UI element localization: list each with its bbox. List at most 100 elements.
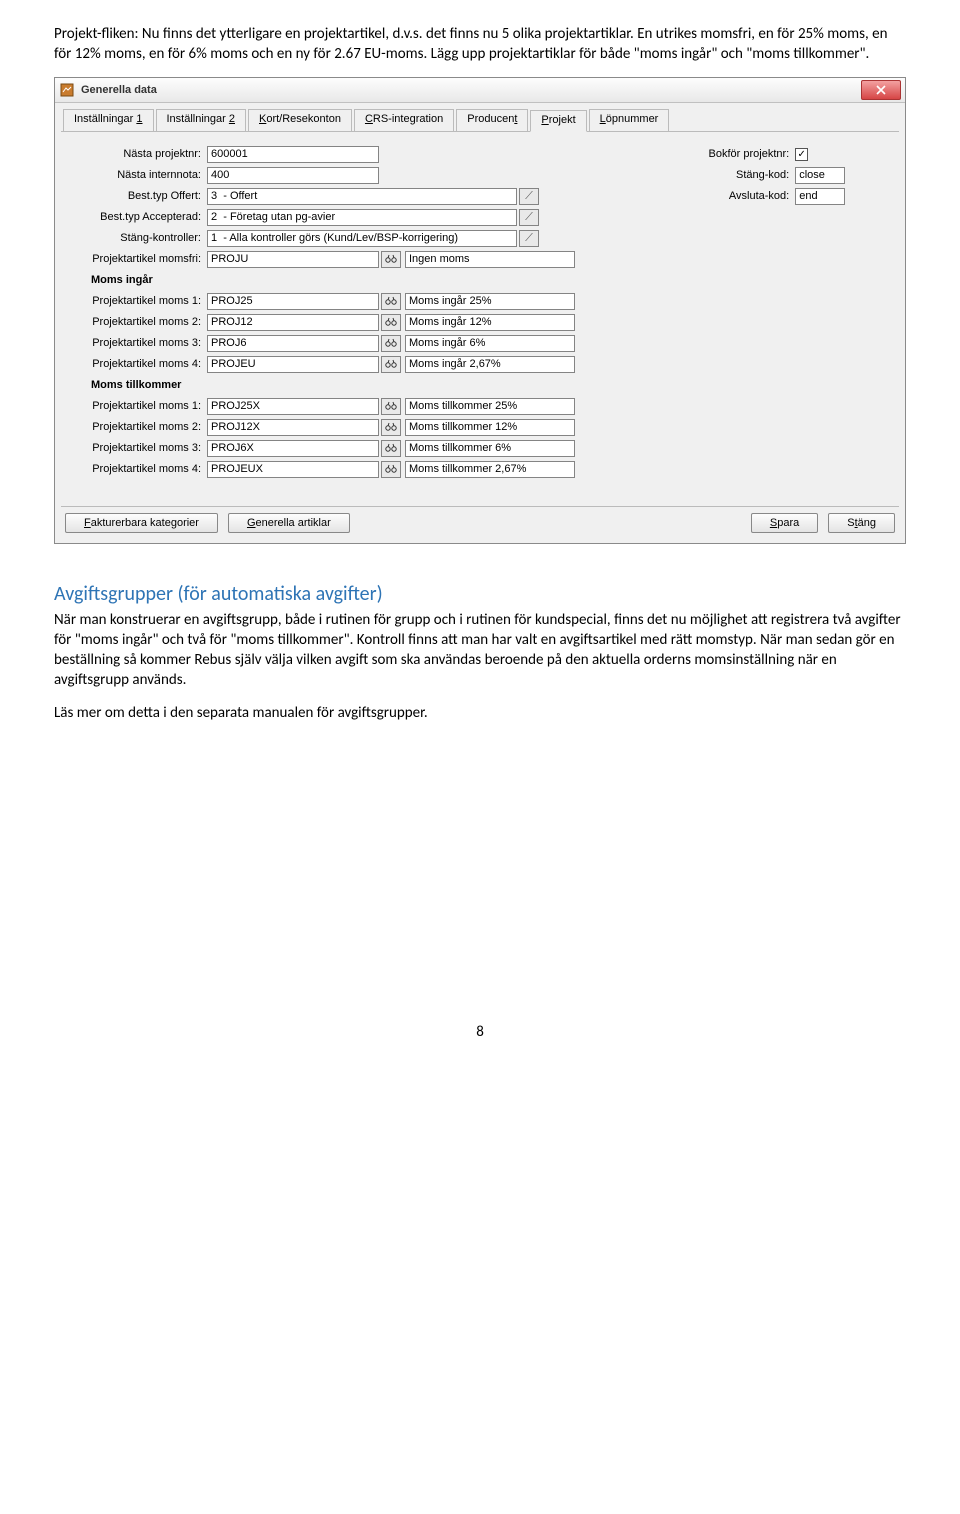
input-stang-kontroller[interactable] <box>207 230 517 247</box>
label: Projektartikel moms 3: <box>61 442 207 454</box>
input-nasta-projektnr[interactable] <box>207 146 379 163</box>
close-button[interactable] <box>861 80 901 100</box>
row-nasta-projektnr: Nästa projektnr: <box>61 144 649 165</box>
row-besttyp-offert: Best.typ Offert: ⟋ <box>61 186 649 207</box>
checkbox-bokfor[interactable]: ✓ <box>795 148 808 161</box>
avgift-paragraph: När man konstruerar en avgiftsgrupp, båd… <box>54 610 906 691</box>
label: Stäng-kontroller: <box>61 232 207 244</box>
input-besttyp-offert[interactable] <box>207 188 517 205</box>
section-header-moms-tillkommer: Moms tillkommer <box>61 375 649 396</box>
label: Nästa internnota: <box>61 169 207 181</box>
bottom-bar: Fakturerbara kategorier Generella artikl… <box>61 506 899 537</box>
row-moms4-t: Projektartikel moms 4: <box>61 459 649 480</box>
row-stang-kod: Stäng-kod: <box>669 165 899 186</box>
binoculars-icon[interactable] <box>381 440 401 457</box>
tab-kort-resekonton[interactable]: Kort/Resekonton <box>248 109 352 131</box>
button-generella-artiklar[interactable]: Generella artiklar <box>228 513 350 533</box>
input-stang-kod[interactable] <box>795 167 845 184</box>
lookup-icon[interactable]: ⟋ <box>519 209 539 226</box>
label: Bokför projektnr: <box>669 148 795 160</box>
tab-producent[interactable]: Producent <box>456 109 528 131</box>
input[interactable] <box>207 419 379 436</box>
binoculars-icon[interactable] <box>381 335 401 352</box>
desc-projektartikel-momsfri[interactable] <box>405 251 575 268</box>
label: Projektartikel moms 1: <box>61 295 207 307</box>
form-right: Bokför projektnr: ✓ Stäng-kod: Avsluta-k… <box>649 144 899 480</box>
window-titlebar: Generella data <box>55 78 905 103</box>
section-title: Moms tillkommer <box>61 379 237 391</box>
page-number: 8 <box>54 1023 906 1041</box>
row-nasta-internnota: Nästa internnota: <box>61 165 649 186</box>
row-moms3-i: Projektartikel moms 3: <box>61 333 649 354</box>
row-moms1-t: Projektartikel moms 1: <box>61 396 649 417</box>
spacer <box>360 513 741 533</box>
label: Projektartikel moms 4: <box>61 463 207 475</box>
label: Projektartikel momsfri: <box>61 253 207 265</box>
tab-installningar-2[interactable]: Inställningar 2 <box>156 109 247 131</box>
input[interactable] <box>207 461 379 478</box>
row-bokfor-projektnr: Bokför projektnr: ✓ <box>669 144 899 165</box>
input[interactable] <box>207 335 379 352</box>
label: Projektartikel moms 1: <box>61 400 207 412</box>
input-projektartikel-momsfri[interactable] <box>207 251 379 268</box>
tab-projekt[interactable]: Projekt <box>530 110 586 132</box>
binoculars-icon[interactable] <box>381 251 401 268</box>
lookup-icon[interactable]: ⟋ <box>519 230 539 247</box>
label: Projektartikel moms 4: <box>61 358 207 370</box>
tab-installningar-1[interactable]: Inställningar 1 <box>63 109 154 131</box>
desc[interactable] <box>405 398 575 415</box>
row-avsluta-kod: Avsluta-kod: <box>669 186 899 207</box>
desc[interactable] <box>405 419 575 436</box>
binoculars-icon[interactable] <box>381 314 401 331</box>
label: Stäng-kod: <box>669 169 795 181</box>
tab-lopnummer[interactable]: Löpnummer <box>589 109 670 131</box>
intro-paragraph: Projekt-fliken: Nu finns det ytterligare… <box>54 24 906 65</box>
button-spara[interactable]: Spara <box>751 513 818 533</box>
input[interactable] <box>207 314 379 331</box>
avgift-paragraph-2: Läs mer om detta i den separata manualen… <box>54 703 906 723</box>
binoculars-icon[interactable] <box>381 461 401 478</box>
label: Nästa projektnr: <box>61 148 207 160</box>
form-left: Nästa projektnr: Nästa internnota: Best.… <box>61 144 649 480</box>
label: Best.typ Offert: <box>61 190 207 202</box>
window-title: Generella data <box>81 84 861 96</box>
input-besttyp-accepterad[interactable] <box>207 209 517 226</box>
input[interactable] <box>207 356 379 373</box>
form-wrap: Nästa projektnr: Nästa internnota: Best.… <box>61 144 899 480</box>
label: Avsluta-kod: <box>669 190 795 202</box>
label: Best.typ Accepterad: <box>61 211 207 223</box>
desc[interactable] <box>405 335 575 352</box>
row-moms1-i: Projektartikel moms 1: <box>61 291 649 312</box>
binoculars-icon[interactable] <box>381 293 401 310</box>
binoculars-icon[interactable] <box>381 419 401 436</box>
tabstrip: Inställningar 1 Inställningar 2 Kort/Res… <box>61 109 899 132</box>
button-fakturerbara-kategorier[interactable]: Fakturerbara kategorier <box>65 513 218 533</box>
button-stang[interactable]: Stäng <box>828 513 895 533</box>
desc[interactable] <box>405 440 575 457</box>
row-projektartikel-momsfri: Projektartikel momsfri: <box>61 249 649 270</box>
input-nasta-internnota[interactable] <box>207 167 379 184</box>
label: Projektartikel moms 2: <box>61 421 207 433</box>
binoculars-icon[interactable] <box>381 398 401 415</box>
tab-crs-integration[interactable]: CRS-integration <box>354 109 454 131</box>
section-header-moms-ingar: Moms ingår <box>61 270 649 291</box>
desc[interactable] <box>405 461 575 478</box>
section-title: Moms ingår <box>61 274 237 286</box>
lookup-icon[interactable]: ⟋ <box>519 188 539 205</box>
close-icon <box>876 85 886 95</box>
row-moms2-i: Projektartikel moms 2: <box>61 312 649 333</box>
label: Projektartikel moms 3: <box>61 337 207 349</box>
generella-data-window: Generella data Inställningar 1 Inställni… <box>54 77 906 544</box>
input[interactable] <box>207 440 379 457</box>
desc[interactable] <box>405 314 575 331</box>
input[interactable] <box>207 398 379 415</box>
input-avsluta-kod[interactable] <box>795 188 845 205</box>
row-moms2-t: Projektartikel moms 2: <box>61 417 649 438</box>
row-moms4-i: Projektartikel moms 4: <box>61 354 649 375</box>
desc[interactable] <box>405 356 575 373</box>
input[interactable] <box>207 293 379 310</box>
window-content: Inställningar 1 Inställningar 2 Kort/Res… <box>55 103 905 543</box>
desc[interactable] <box>405 293 575 310</box>
row-stang-kontroller: Stäng-kontroller: ⟋ <box>61 228 649 249</box>
binoculars-icon[interactable] <box>381 356 401 373</box>
